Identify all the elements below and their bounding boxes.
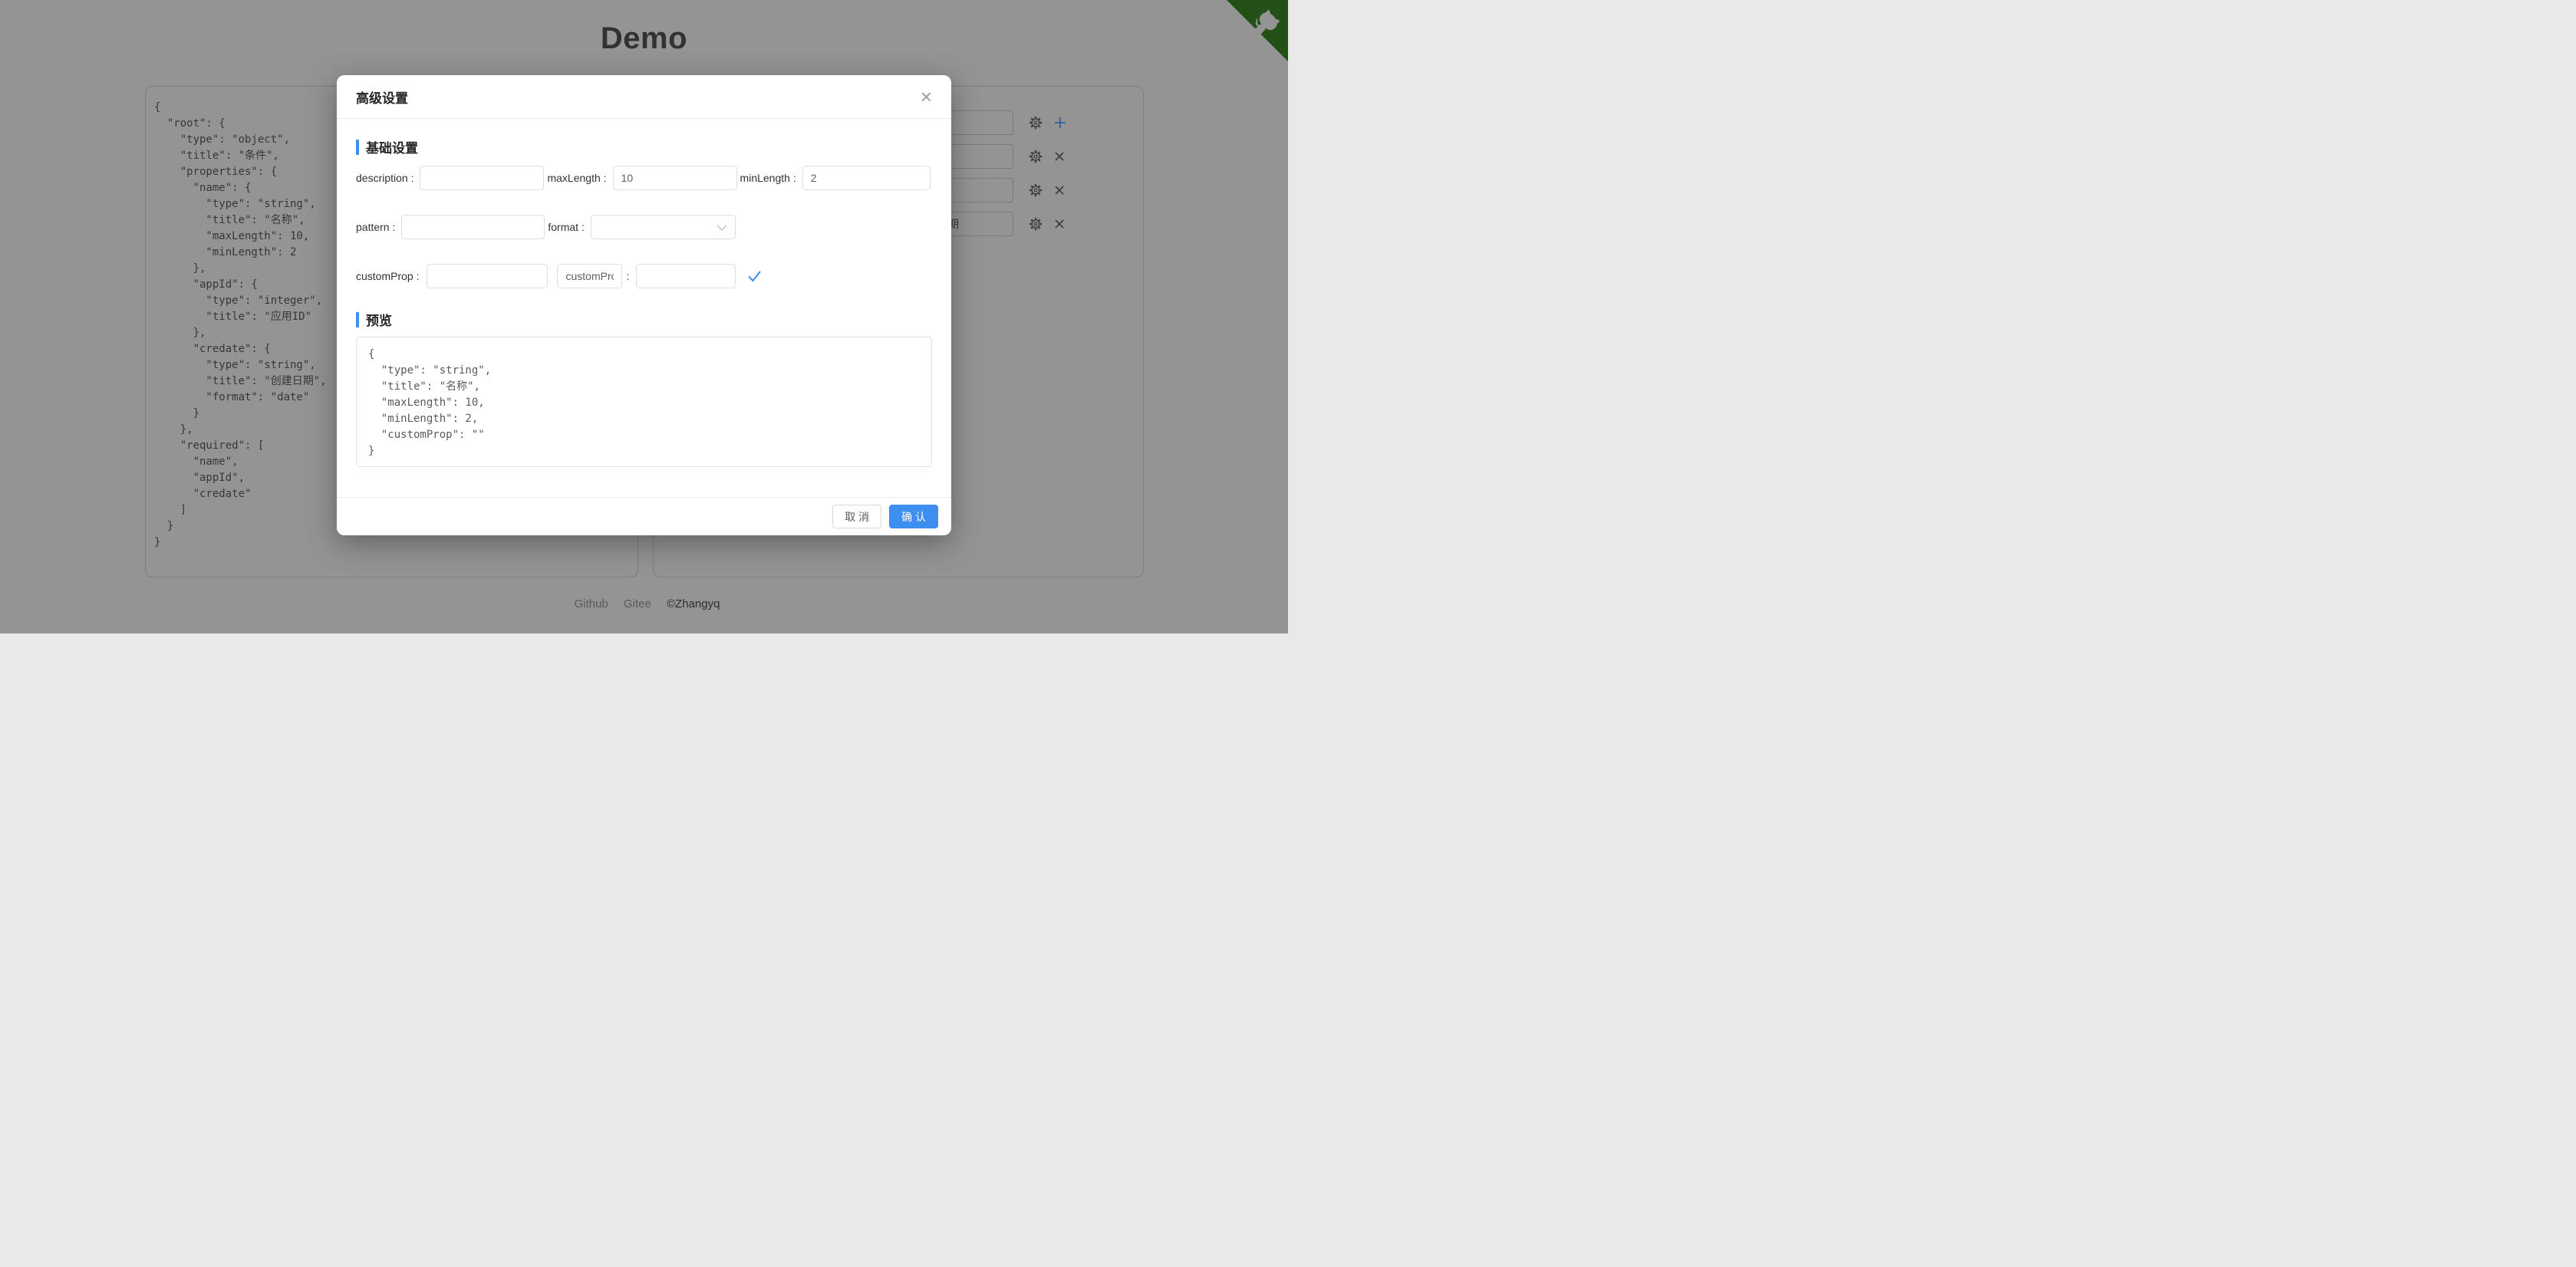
description-field[interactable] <box>420 166 544 190</box>
minlength-field[interactable] <box>802 166 931 190</box>
minlength-label: minLength : <box>740 172 796 184</box>
customprop-value-field[interactable] <box>636 264 736 288</box>
maxlength-label: maxLength : <box>547 172 606 184</box>
basic-settings-section-header: 基础设置 <box>356 137 932 156</box>
customprop-label: customProp : <box>356 270 419 282</box>
modal-footer: 取 消 确 认 <box>337 497 951 535</box>
maxlength-field[interactable] <box>613 166 737 190</box>
modal-header: 高级设置 × <box>337 75 951 119</box>
modal-title: 高级设置 <box>356 87 408 107</box>
section-accent-bar <box>356 140 359 155</box>
format-select[interactable] <box>591 215 736 239</box>
customprop-field[interactable] <box>427 264 548 288</box>
app-root: Demo { "root": { "type": "object", "titl… <box>0 0 1288 634</box>
confirm-button[interactable]: 确 认 <box>889 505 938 528</box>
pattern-label: pattern : <box>356 221 395 233</box>
pattern-field[interactable] <box>401 215 545 239</box>
form-row-1: description : maxLength : minLength : <box>356 166 932 190</box>
section-title: 预览 <box>366 310 392 329</box>
advanced-settings-modal: 高级设置 × 基础设置 description : maxLength : mi… <box>337 75 951 535</box>
form-row-3: customProp : : <box>356 264 932 288</box>
description-label: description : <box>356 172 413 184</box>
section-title: 基础设置 <box>366 137 418 156</box>
modal-body: 基础设置 description : maxLength : minLength… <box>337 137 951 467</box>
preview-section-header: 预览 <box>356 310 932 329</box>
chevron-down-icon <box>716 225 727 231</box>
close-icon[interactable]: × <box>921 87 932 107</box>
section-accent-bar <box>356 312 359 327</box>
format-label: format : <box>548 221 584 233</box>
cancel-button[interactable]: 取 消 <box>832 505 881 528</box>
schema-preview-box: { "type": "string", "title": "名称", "maxL… <box>356 337 932 467</box>
customprop-key-field[interactable] <box>557 264 622 288</box>
key-value-separator: : <box>626 270 629 282</box>
schema-preview-code: { "type": "string", "title": "名称", "maxL… <box>357 337 931 467</box>
confirm-custom-prop-icon[interactable] <box>747 269 762 283</box>
form-row-2: pattern : format : <box>356 215 932 239</box>
